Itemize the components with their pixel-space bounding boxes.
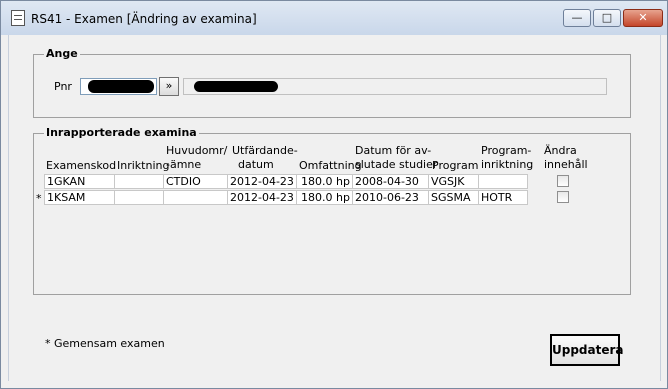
close-button[interactable]: ✕ — [623, 9, 663, 27]
exams-group: Inrapporterade examina — [33, 126, 631, 295]
header-huvudomr-line2: -ämne — [166, 158, 202, 171]
row-2-program[interactable]: SGSMA — [428, 190, 479, 205]
row-2-huvudomr[interactable] — [163, 190, 228, 205]
minimize-button[interactable]: — — [563, 9, 591, 27]
header-program: Program — [432, 159, 479, 172]
pnr-label: Pnr — [54, 80, 72, 93]
row-2-inriktning[interactable] — [114, 190, 164, 205]
row-1-utfardande[interactable]: 2012-04-23 — [227, 174, 297, 189]
header-inriktning: Inriktning — [117, 159, 170, 172]
row-1-omfattning[interactable]: 180.0 hp — [296, 174, 353, 189]
redacted-name — [194, 81, 278, 92]
header-utfardande-line2: datum — [238, 158, 274, 171]
client-area: Ange Pnr » Inrapporterade examina Examen… — [8, 35, 661, 381]
application-window: RS41 - Examen [Ändring av examina] — □ ✕… — [0, 0, 668, 389]
row-1-program[interactable]: VGSJK — [428, 174, 479, 189]
app-icon — [11, 10, 25, 26]
pnr-input[interactable] — [80, 78, 157, 95]
name-field — [183, 78, 607, 95]
row-1-avslutade[interactable]: 2008-04-30 — [352, 174, 429, 189]
row-1-programinriktning[interactable] — [478, 174, 528, 189]
header-avslutade-line2: slutade studier — [355, 158, 438, 171]
header-programinriktning-line2: inriktning — [481, 158, 534, 171]
row-2-programinriktning[interactable]: HOTR — [478, 190, 528, 205]
header-examenskod: Examenskod — [46, 159, 117, 172]
maximize-button[interactable]: □ — [593, 9, 621, 27]
header-programinriktning-line1: Program- — [481, 144, 532, 157]
exams-legend: Inrapporterade examina — [44, 126, 199, 139]
row-1-huvudomr[interactable]: CTDIO — [163, 174, 228, 189]
header-andra-line1: Ändra — [544, 144, 577, 157]
window-title: RS41 - Examen [Ändring av examina] — [31, 12, 257, 26]
row-1-andra-checkbox[interactable] — [557, 175, 569, 187]
row-2-marker: * — [36, 192, 42, 205]
header-avslutade-line1: Datum för av- — [355, 144, 432, 157]
title-bar[interactable]: RS41 - Examen [Ändring av examina] — □ ✕ — [1, 1, 667, 35]
row-2-andra-checkbox[interactable] — [557, 191, 569, 203]
row-2-omfattning[interactable]: 180.0 hp — [296, 190, 353, 205]
footnote: * Gemensam examen — [45, 337, 165, 350]
row-2-avslutade[interactable]: 2010-06-23 — [352, 190, 429, 205]
header-andra-line2: innehåll — [544, 158, 588, 171]
redacted-pnr — [88, 80, 154, 93]
row-2-examenskod[interactable]: 1KSAM — [44, 190, 115, 205]
row-1-inriktning[interactable] — [114, 174, 164, 189]
ange-legend: Ange — [44, 47, 80, 60]
header-utfardande-line1: Utfärdande- — [232, 144, 298, 157]
row-1-examenskod[interactable]: 1GKAN — [44, 174, 115, 189]
pnr-search-button[interactable]: » — [159, 77, 179, 96]
row-2-utfardande[interactable]: 2012-04-23 — [227, 190, 297, 205]
header-huvudomr-line1: Huvudomr/ — [166, 144, 228, 157]
header-omfattning: Omfattning — [299, 159, 362, 172]
update-button[interactable]: Uppdatera — [550, 334, 624, 366]
